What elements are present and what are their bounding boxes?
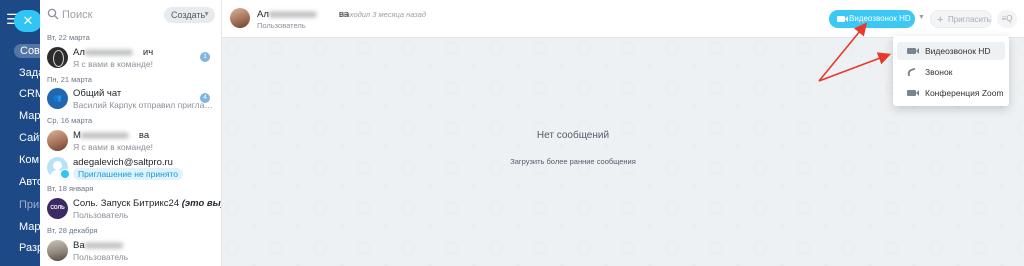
avatar bbox=[47, 130, 68, 151]
search-messages-icon[interactable]: ≡Q bbox=[997, 10, 1017, 28]
chat-item[interactable]: adegalevich@saltpro.ru Приглашение не пр… bbox=[40, 155, 221, 181]
sidebar-menu-item[interactable]: Мар bbox=[19, 221, 40, 233]
group-chat-icon: 👥 bbox=[47, 88, 68, 109]
chat-name: Алxxxxxxxxxx ич bbox=[73, 47, 154, 58]
date-separator: Вт, 28 декабря bbox=[47, 226, 98, 235]
sidebar-menu-item[interactable]: Мар bbox=[19, 110, 40, 122]
create-button[interactable]: Создать ▼ bbox=[164, 7, 215, 23]
chat-name: Мxxxxxxxxxx ва bbox=[73, 130, 150, 141]
chevron-down-icon[interactable]: ▼ bbox=[918, 14, 925, 21]
last-seen-status: Заходил 3 месяца назад bbox=[341, 10, 426, 19]
sidebar-menu-item[interactable]: Ком bbox=[19, 154, 39, 166]
avatar bbox=[47, 47, 68, 68]
dialog-title[interactable]: Алxxxxxxxxxx ва bbox=[257, 9, 349, 20]
close-messenger-icon[interactable]: ✕ bbox=[14, 10, 40, 32]
invite-status-icon bbox=[60, 169, 70, 179]
chat-last-message: Василий Карпук отправил приглашение bbox=[73, 100, 215, 110]
zoom-camera-icon bbox=[907, 90, 919, 96]
chat-name: Общий чат bbox=[73, 88, 122, 99]
chat-item[interactable]: Ваxxxxxxxx Пользователь bbox=[40, 238, 221, 264]
avatar bbox=[47, 240, 68, 261]
unread-counter: 4 bbox=[200, 93, 210, 103]
menu-item-label: Конференция Zoom bbox=[925, 88, 1004, 98]
date-separator: Ср, 16 марта bbox=[47, 116, 93, 125]
chat-last-message: Пользователь bbox=[73, 252, 129, 262]
menu-item-zoom[interactable]: Конференция Zoom bbox=[897, 84, 1005, 102]
call-type-menu: Видеозвонок HD Звонок Конференция Zoom bbox=[893, 36, 1009, 106]
chat-name: Ваxxxxxxxx bbox=[73, 240, 123, 251]
chat-last-message: Я с вами в команде! bbox=[73, 142, 153, 152]
sidebar-menu-item[interactable]: CRM bbox=[19, 88, 40, 100]
chat-item[interactable]: Мxxxxxxxxxx ва Я с вами в команде! bbox=[40, 128, 221, 154]
sidebar-menu-item[interactable]: Авто bbox=[19, 176, 40, 188]
sidebar-menu-item[interactable]: Зада bbox=[19, 67, 40, 79]
search-input[interactable] bbox=[62, 7, 162, 23]
date-separator: Вт, 22 марта bbox=[47, 33, 90, 42]
chat-last-message: Пользователь bbox=[73, 210, 129, 220]
chat-name: Соль. Запуск Битрикс24 (это вы) bbox=[73, 198, 222, 209]
video-call-label: Видеозвонок HD bbox=[849, 14, 911, 23]
chat-item[interactable]: СОЛЬ Соль. Запуск Битрикс24 (это вы) Пол… bbox=[40, 196, 221, 222]
chat-item[interactable]: Алxxxxxxxxxx ич Я с вами в команде! 1 bbox=[40, 45, 221, 71]
invite-label: Пригласить bbox=[948, 15, 991, 24]
chat-last-message: Я с вами в команде! bbox=[73, 59, 153, 69]
load-earlier-link[interactable]: Загрузить более ранние сообщения bbox=[222, 157, 924, 166]
menu-item-video-hd[interactable]: Видеозвонок HD bbox=[897, 42, 1005, 60]
invitation-status-badge: Приглашение не принято bbox=[73, 168, 183, 180]
video-call-button[interactable]: Видеозвонок HD bbox=[829, 10, 915, 28]
sidebar-menu-item[interactable]: Разр bbox=[19, 242, 40, 254]
main-menu-sidebar: ☰ ✕ СовЗадаCRMМарСайтКомАвтоПригМарРазр bbox=[0, 0, 40, 266]
invite-button[interactable]: + Пригласить bbox=[930, 10, 992, 28]
video-camera-icon bbox=[837, 16, 848, 22]
sidebar-menu-item[interactable]: Приг bbox=[19, 199, 40, 211]
menu-item-call[interactable]: Звонок bbox=[897, 63, 1005, 81]
menu-item-label: Видеозвонок HD bbox=[925, 46, 991, 56]
plus-icon: + bbox=[937, 14, 944, 26]
chat-name: adegalevich@saltpro.ru bbox=[73, 157, 173, 168]
recent-chats-panel: Создать ▼ Вт, 22 марта Алxxxxxxxxxxич Я … bbox=[40, 0, 222, 266]
unread-counter: 1 bbox=[200, 52, 210, 62]
phone-icon bbox=[906, 67, 917, 77]
create-button-label: Создать bbox=[171, 10, 206, 20]
sidebar-menu-item[interactable]: Сов bbox=[14, 44, 40, 58]
recent-search-row: Создать ▼ bbox=[40, 0, 221, 30]
chevron-down-icon: ▼ bbox=[203, 11, 210, 18]
dialog-header: Алxxxxxxxxxx ва Заходил 3 месяца назад По… bbox=[222, 0, 1024, 38]
menu-item-label: Звонок bbox=[925, 67, 953, 77]
date-separator: Пн, 21 марта bbox=[47, 75, 92, 84]
date-separator: Вт, 18 января bbox=[47, 184, 94, 193]
user-role: Пользователь bbox=[257, 21, 306, 30]
avatar[interactable] bbox=[230, 8, 250, 28]
video-camera-icon bbox=[907, 48, 919, 54]
avatar: СОЛЬ bbox=[47, 198, 68, 219]
chat-item[interactable]: 👥 Общий чат Василий Карпук отправил приг… bbox=[40, 86, 221, 112]
sidebar-menu-item[interactable]: Сайт bbox=[19, 132, 40, 144]
empty-dialog-text: Нет сообщений bbox=[536, 130, 610, 141]
search-icon bbox=[47, 8, 59, 20]
